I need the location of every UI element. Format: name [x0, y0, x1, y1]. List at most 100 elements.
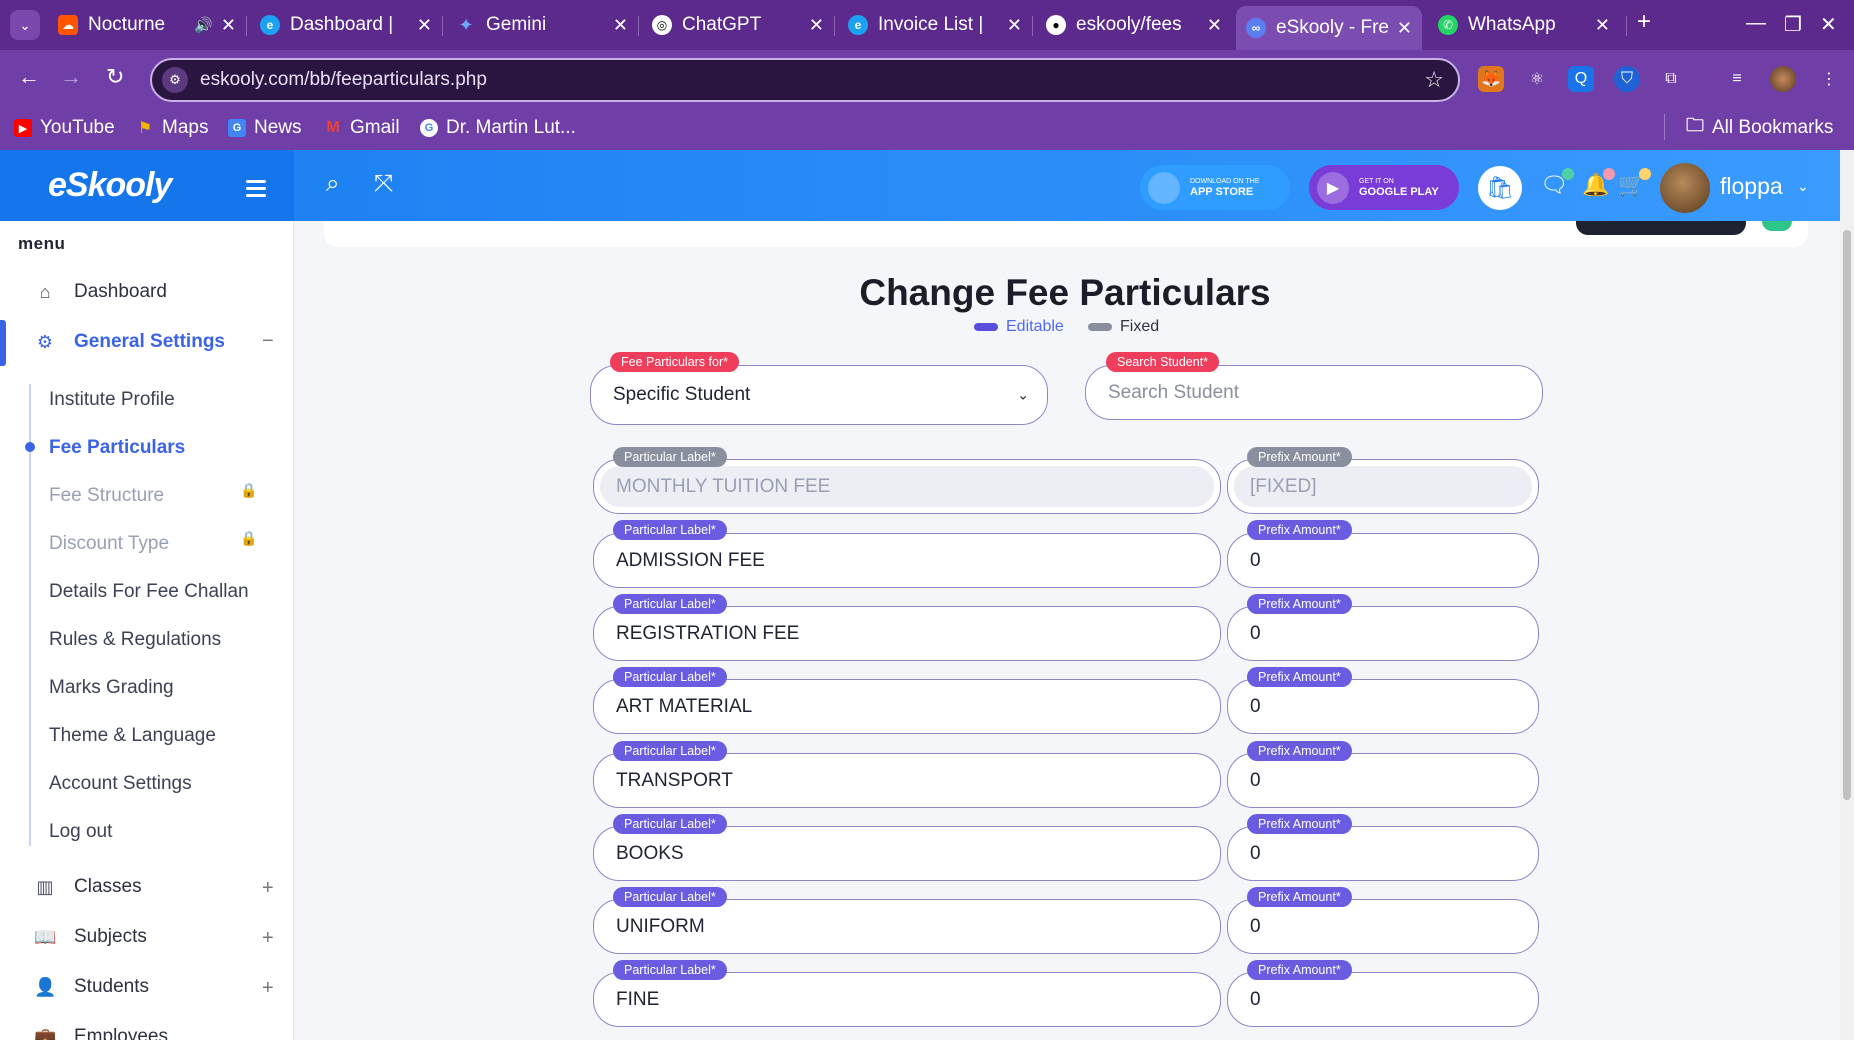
search-icon[interactable]: ⌕ [326, 170, 339, 198]
q-extension-icon[interactable]: Q [1568, 66, 1594, 92]
tab-eskooly-active[interactable]: ∞ eSkooly - Fre ✕ [1236, 6, 1422, 50]
address-bar[interactable]: ⚙ eskooly.com/bb/feeparticulars.php ☆ [150, 58, 1460, 102]
sidebar-sub-account-settings[interactable]: Account Settings [49, 773, 192, 795]
sidebar-sub-log-out[interactable]: Log out [49, 821, 112, 843]
prefix-amount-badge: Prefix Amount* [1247, 447, 1352, 467]
bookmark-star-icon[interactable]: ☆ [1424, 67, 1444, 93]
user-avatar[interactable] [1660, 163, 1710, 213]
bookmark-dr-martin[interactable]: G Dr. Martin Lut... [420, 114, 576, 142]
shield-extension-icon[interactable]: ⛉ [1614, 66, 1640, 92]
sidebar-item-general-settings[interactable]: ⚙ General Settings [34, 327, 225, 357]
page-scrollbar[interactable] [1840, 150, 1854, 1040]
search-student-input[interactable]: Search Student [1085, 365, 1543, 420]
bookmark-news[interactable]: G News [228, 114, 302, 142]
audio-icon[interactable]: 🔊 [194, 16, 213, 34]
app-store-button[interactable]: DOWNLOAD ON THE APP STORE [1140, 165, 1290, 210]
site-info-icon[interactable]: ⚙ [162, 67, 188, 93]
profile-avatar[interactable] [1770, 66, 1796, 92]
particular-label-input[interactable]: TRANSPORT [593, 753, 1221, 808]
folder-icon: 🗀 [1686, 115, 1704, 135]
restore-icon[interactable]: ❐ [1784, 12, 1802, 37]
top-action-button[interactable] [1576, 221, 1746, 235]
cart-icon[interactable]: 🛒 [1618, 168, 1652, 198]
sidebar-item-subjects[interactable]: 📖 Subjects [34, 922, 147, 952]
sidebar-sub-details-fee-challan[interactable]: Details For Fee Challan [49, 581, 249, 603]
particular-label-badge: Particular Label* [613, 741, 727, 761]
particular-label-input[interactable]: ADMISSION FEE [593, 533, 1221, 588]
tab-github[interactable]: ● eskooly/fees ✕ [1036, 8, 1232, 42]
notification-bell-icon[interactable]: 🔔 [1582, 168, 1616, 198]
close-tab-icon[interactable]: ✕ [1397, 18, 1412, 39]
google-play-button[interactable]: ▶ GET IT ON GOOGLE PLAY [1309, 165, 1459, 210]
browser-menu-icon[interactable]: ⋮ [1816, 66, 1842, 92]
particular-label-input[interactable]: UNIFORM [593, 899, 1221, 954]
chat-icon[interactable]: 🗨 [1540, 168, 1574, 198]
prefix-amount-input[interactable]: 0 [1227, 826, 1539, 881]
prefix-amount-input[interactable]: 0 [1227, 679, 1539, 734]
expand-plus-icon[interactable]: + [262, 927, 274, 950]
particular-label-input[interactable]: REGISTRATION FEE [593, 606, 1221, 661]
close-tab-icon[interactable]: ✕ [1207, 15, 1222, 36]
expand-plus-icon[interactable]: + [262, 877, 274, 900]
react-devtools-icon[interactable]: ⚛ [1524, 66, 1550, 92]
close-tab-icon[interactable]: ✕ [417, 15, 432, 36]
bookmark-gmail[interactable]: M Gmail [324, 114, 399, 142]
sidebar-item-label: Students [74, 976, 149, 997]
eskooly-logo[interactable]: eSkooly [48, 166, 172, 205]
close-window-icon[interactable]: ✕ [1820, 12, 1837, 37]
tab-whatsapp[interactable]: ✆ WhatsApp ✕ [1428, 8, 1620, 42]
prefix-amount-input[interactable]: 0 [1227, 606, 1539, 661]
prefix-amount-input[interactable]: 0 [1227, 533, 1539, 588]
media-controls-icon[interactable]: ≡ [1724, 66, 1750, 92]
extensions-puzzle-icon[interactable]: ⧉ [1658, 66, 1684, 92]
prefix-amount-input[interactable]: 0 [1227, 753, 1539, 808]
prefix-amount-input[interactable]: 0 [1227, 972, 1539, 1027]
bookmark-maps[interactable]: ⚑ Maps [136, 114, 209, 142]
reload-icon[interactable]: ↻ [106, 64, 124, 90]
tab-dashboard[interactable]: e Dashboard | ✕ [250, 8, 442, 42]
particular-label-input[interactable]: FINE [593, 972, 1221, 1027]
forward-icon[interactable]: → [60, 64, 82, 90]
particular-label-input[interactable]: ART MATERIAL [593, 679, 1221, 734]
sidebar-item-students[interactable]: 👤 Students [34, 972, 149, 1002]
sidebar-sub-institute-profile[interactable]: Institute Profile [49, 389, 175, 411]
new-tab-button[interactable]: + [1637, 8, 1651, 36]
chevron-down-icon[interactable]: ⌄ [1797, 178, 1809, 195]
tab-nocturne[interactable]: ☁ Nocturne 🔊 ✕ [48, 8, 246, 42]
metamask-extension-icon[interactable]: 🦊 [1478, 66, 1504, 92]
close-tab-icon[interactable]: ✕ [221, 15, 236, 36]
close-tab-icon[interactable]: ✕ [1007, 15, 1022, 36]
collapse-minus-icon[interactable]: − [262, 330, 274, 353]
hamburger-menu-icon[interactable] [246, 180, 266, 201]
sidebar-item-employees[interactable]: 💼 Employees [34, 1022, 168, 1040]
close-tab-icon[interactable]: ✕ [809, 15, 824, 36]
shopping-bag-icon[interactable]: 🛍 [1478, 166, 1522, 210]
fee-particulars-for-select[interactable]: Specific Student ⌄ [590, 365, 1048, 425]
bookmark-youtube[interactable]: ▶ YouTube [14, 114, 115, 142]
tab-search-button[interactable]: ⌄ [10, 10, 40, 40]
expand-plus-icon[interactable]: + [262, 977, 274, 1000]
url-text[interactable]: eskooly.com/bb/feeparticulars.php [200, 69, 1424, 91]
tab-chatgpt[interactable]: ◎ ChatGPT ✕ [642, 8, 834, 42]
fullscreen-icon[interactable]: ⤧ [374, 170, 393, 198]
back-icon[interactable]: ← [18, 64, 40, 90]
sidebar-sub-fee-structure[interactable]: Fee Structure [49, 485, 164, 507]
close-tab-icon[interactable]: ✕ [1595, 15, 1610, 36]
scrollbar-thumb[interactable] [1843, 230, 1851, 800]
all-bookmarks[interactable]: 🗀 All Bookmarks [1686, 114, 1833, 142]
prefix-amount-input[interactable]: 0 [1227, 899, 1539, 954]
sidebar-sub-discount-type[interactable]: Discount Type [49, 533, 169, 555]
user-name[interactable]: floppa [1720, 173, 1783, 200]
sidebar-item-classes[interactable]: ▥ Classes [34, 872, 141, 902]
particular-label-input[interactable]: BOOKS [593, 826, 1221, 881]
tab-gemini[interactable]: ✦ Gemini ✕ [446, 8, 638, 42]
sidebar-sub-marks-grading[interactable]: Marks Grading [49, 677, 174, 699]
sidebar-sub-theme-language[interactable]: Theme & Language [49, 725, 216, 747]
sidebar-sub-rules-regulations[interactable]: Rules & Regulations [49, 629, 221, 651]
minimize-icon[interactable]: — [1746, 12, 1766, 35]
particular-label-badge: Particular Label* [613, 960, 727, 980]
close-tab-icon[interactable]: ✕ [613, 15, 628, 36]
maps-icon: ⚑ [137, 120, 153, 137]
sidebar-sub-fee-particulars[interactable]: Fee Particulars [49, 437, 185, 459]
tab-invoice-list[interactable]: e Invoice List | ✕ [838, 8, 1032, 42]
